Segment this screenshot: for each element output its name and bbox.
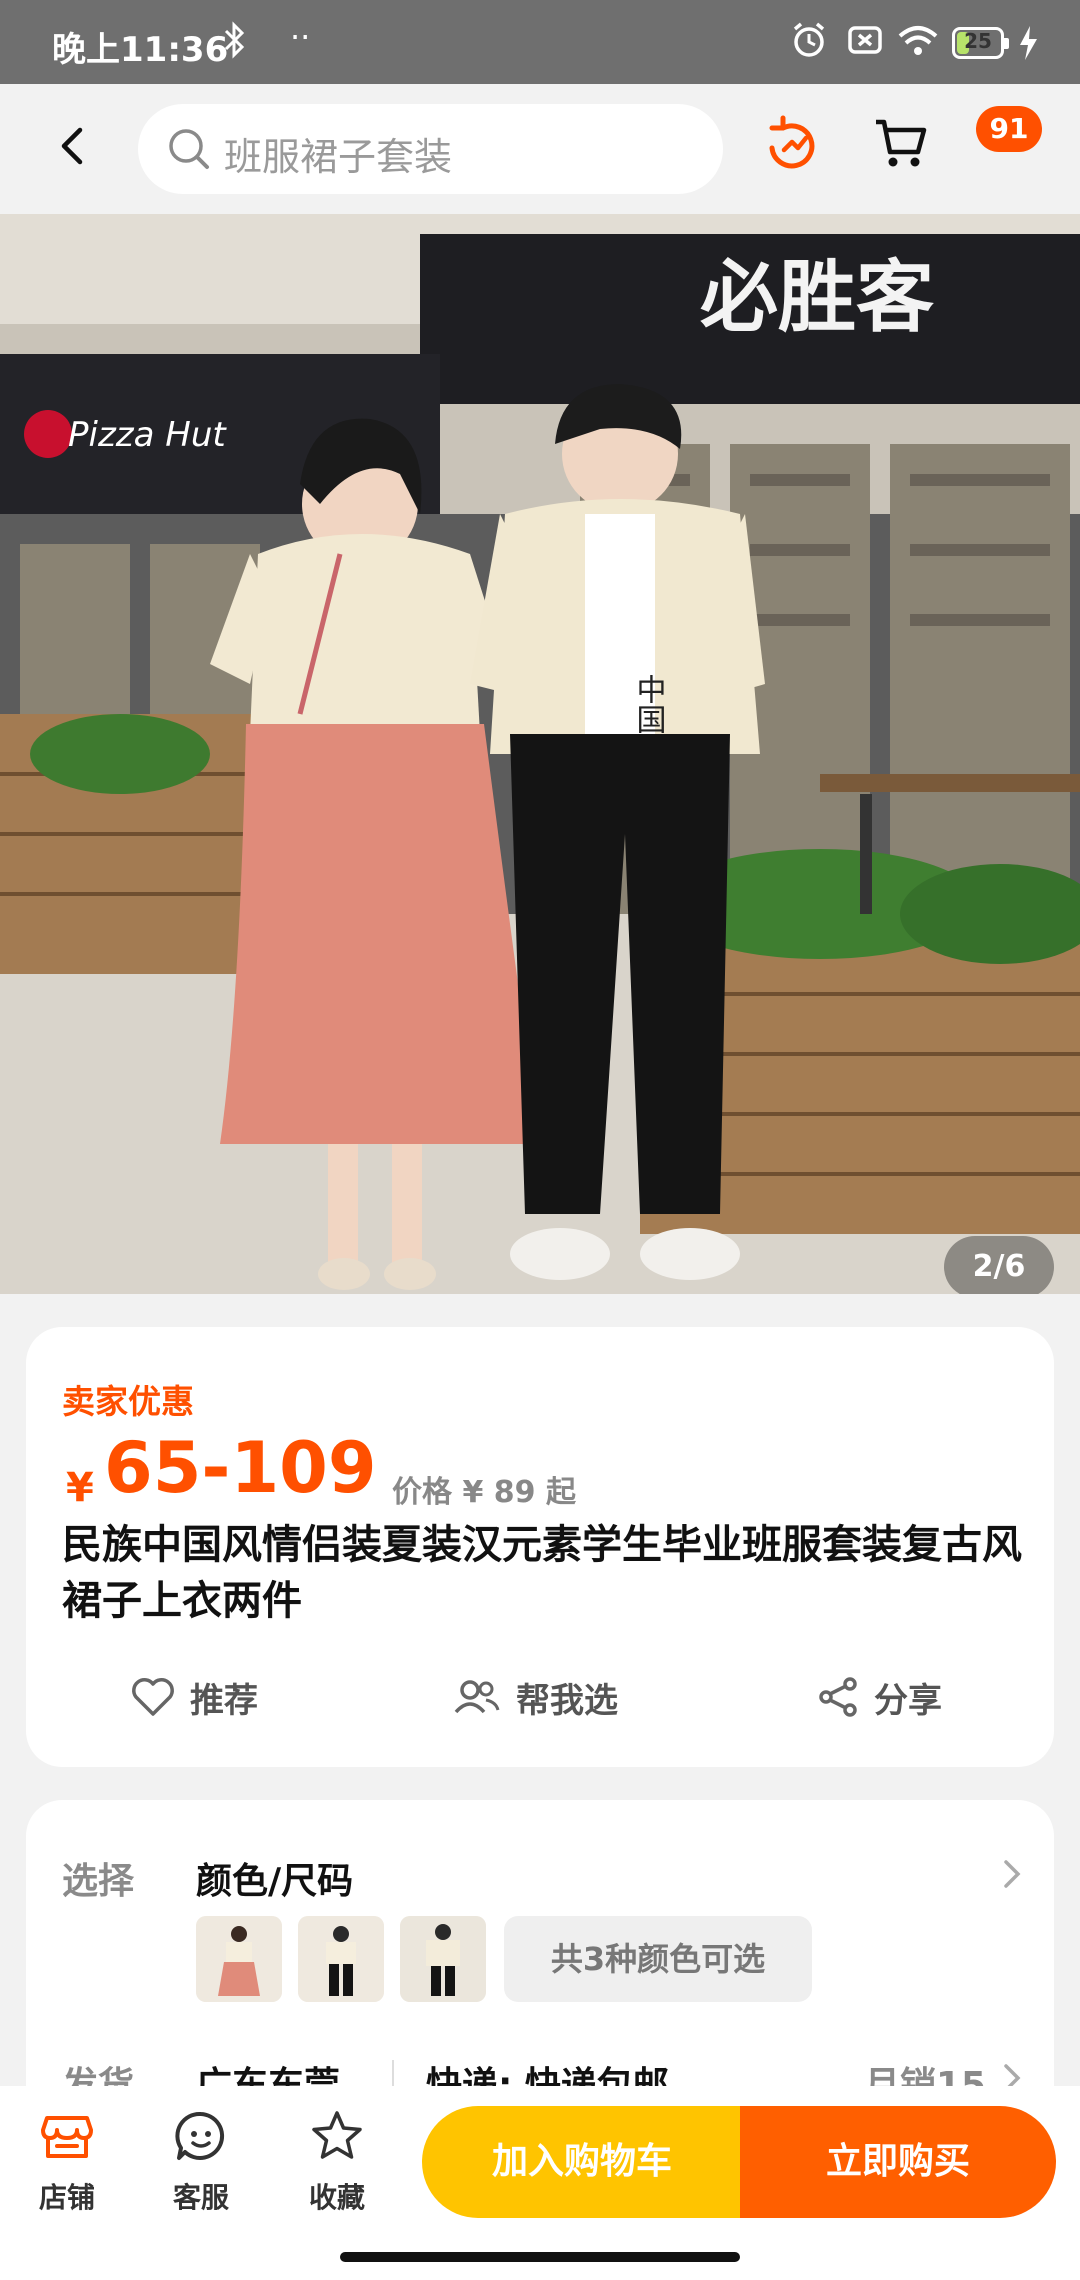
bottom-action-bar: 店铺 客服 收藏 加入购物车 立即购买 xyxy=(0,2086,1080,2280)
product-image-carousel[interactable]: 中国风 必胜客 Pizza Hut 2/6 xyxy=(0,214,1080,1294)
select-value: 颜色/尺码 xyxy=(196,1861,354,1902)
heart-icon xyxy=(132,1678,174,1716)
help-choose-button[interactable]: 帮我选 xyxy=(452,1667,618,1727)
select-spec-row[interactable]: 选择 颜色/尺码 共3种颜色可选 xyxy=(26,1800,1054,2020)
select-label: 选择 xyxy=(62,1861,135,1902)
service-chat-icon xyxy=(175,2111,225,2160)
back-button[interactable] xyxy=(46,116,102,176)
original-price: 价格 ¥ 89 起 xyxy=(392,1475,576,1510)
search-bar[interactable]: 班服裙子套装 xyxy=(138,104,723,194)
product-title[interactable]: 民族中国风情侣装夏装汉元素学生毕业班服套装复古风裙子上衣两件 xyxy=(62,1517,1022,1629)
star-icon xyxy=(312,2111,362,2159)
more-dots-icon: ·· xyxy=(290,18,311,56)
price-range: 65-109 xyxy=(104,1427,377,1509)
color-thumbnail[interactable] xyxy=(298,1916,384,2002)
store-icon xyxy=(41,2116,93,2158)
share-icon xyxy=(819,1677,857,1717)
currency-symbol: ¥ xyxy=(66,1465,94,1511)
buy-now-button[interactable]: 立即购买 xyxy=(740,2106,1056,2218)
share-button[interactable]: 分享 xyxy=(816,1667,942,1727)
image-counter: 2/6 xyxy=(944,1236,1054,1294)
bluetooth-icon xyxy=(222,20,248,68)
shop-label: 店铺 xyxy=(38,2181,95,2214)
help-choose-label: 帮我选 xyxy=(516,1680,618,1721)
favorite-label: 收藏 xyxy=(308,2181,365,2214)
share-label: 分享 xyxy=(874,1680,942,1721)
back-arrow-icon xyxy=(61,127,83,165)
alarm-icon xyxy=(790,20,828,68)
product-info-card: 卖家优惠 ¥ 65-109 价格 ¥ 89 起 民族中国风情侣装夏装汉元素学生毕… xyxy=(26,1327,1054,1767)
top-nav-bar: 班服裙子套装 91 xyxy=(0,84,1080,214)
battery-icon: 25 xyxy=(952,27,1009,59)
store-sign-text: 必胜客 xyxy=(700,252,934,343)
status-bar: 晚上11:36 ·· 25 xyxy=(0,0,1080,84)
refresh-icon xyxy=(769,115,815,169)
cart-count-badge[interactable]: 91 xyxy=(976,106,1042,152)
wifi-icon xyxy=(896,20,940,68)
charging-icon xyxy=(1016,24,1040,70)
rotate-refresh-button[interactable] xyxy=(762,112,820,178)
product-photo: 中国风 必胜客 Pizza Hut xyxy=(0,214,1080,1294)
recommend-button[interactable]: 推荐 xyxy=(130,1667,258,1727)
cart-icon xyxy=(876,119,927,167)
cart-button[interactable] xyxy=(872,112,928,176)
search-placeholder: 班服裙子套装 xyxy=(224,135,453,179)
chevron-right-icon xyxy=(1000,1856,1024,1896)
add-to-cart-button[interactable]: 加入购物车 xyxy=(422,2106,742,2218)
promo-label: 卖家优惠 xyxy=(62,1382,194,1421)
color-thumbnail[interactable] xyxy=(196,1916,282,2002)
service-label: 客服 xyxy=(172,2181,229,2214)
people-icon xyxy=(454,1680,500,1714)
favorite-button[interactable]: 收藏 xyxy=(282,2108,392,2216)
recommend-label: 推荐 xyxy=(190,1680,258,1721)
color-thumbnail[interactable] xyxy=(400,1916,486,2002)
product-actions: 推荐 帮我选 分享 xyxy=(26,1667,1054,1727)
sim-off-icon xyxy=(846,20,884,68)
home-indicator[interactable] xyxy=(340,2252,740,2262)
customer-service-button[interactable]: 客服 xyxy=(146,2108,256,2216)
pizza-hut-sign-text: Pizza Hut xyxy=(68,415,227,455)
search-icon xyxy=(166,126,212,176)
status-time: 晚上11:36 xyxy=(52,30,229,70)
color-count-chip[interactable]: 共3种颜色可选 xyxy=(504,1916,812,2002)
spec-card: 选择 颜色/尺码 共3种颜色可选 发货 广东东莞 快递: 快递包邮 月销15 xyxy=(26,1800,1054,2100)
shop-button[interactable]: 店铺 xyxy=(12,2108,122,2216)
battery-percent: 25 xyxy=(964,29,992,53)
